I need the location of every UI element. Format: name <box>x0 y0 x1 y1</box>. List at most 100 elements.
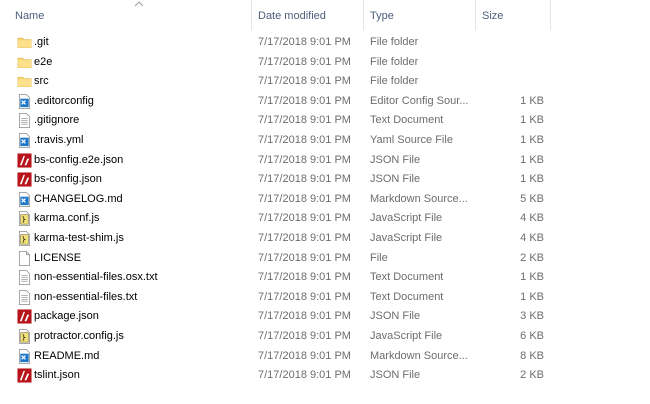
file-explorer: Name Date modified Type Size .git 7/17/20… <box>0 0 650 404</box>
file-row[interactable]: e2e 7/17/2018 9:01 PM File folder <box>10 53 550 72</box>
file-row[interactable]: protractor.config.js 7/17/2018 9:01 PM Jav… <box>10 327 550 346</box>
file-date-modified: 7/17/2018 9:01 PM <box>258 192 351 205</box>
file-date-modified: 7/17/2018 9:01 PM <box>258 114 351 127</box>
file-date-modified: 7/17/2018 9:01 PM <box>258 75 351 88</box>
column-header-name-label: Name <box>15 10 45 22</box>
column-header-date-modified[interactable]: Date modified <box>252 0 364 30</box>
file-size: 1 KB <box>520 173 544 186</box>
file-name: .travis.yml <box>34 134 84 146</box>
file-date-modified: 7/17/2018 9:01 PM <box>258 36 351 48</box>
file-type: JSON File <box>370 310 421 323</box>
column-header-size-label: Size <box>482 10 504 22</box>
file-row[interactable]: README.md 7/17/2018 9:01 PM Markdown Sourc… <box>10 347 550 366</box>
file-row[interactable]: package.json 7/17/2018 9:01 PM JSON File 3 … <box>10 307 550 326</box>
file-date-modified: 7/17/2018 9:01 PM <box>258 310 351 323</box>
vscode-file-icon <box>17 348 32 364</box>
file-size: 1 KB <box>520 114 544 127</box>
file-size: 1 KB <box>520 290 544 303</box>
file-name: non-essential-files.txt <box>34 290 138 303</box>
file-name: .gitignore <box>34 114 80 127</box>
json-file-icon <box>17 153 32 168</box>
file-name: bs-config.json <box>34 173 102 186</box>
file-row[interactable]: bs-config.e2e.json 7/17/2018 9:01 PM JSON … <box>10 151 550 170</box>
column-header-type-label: Type <box>370 10 394 22</box>
file-size: 1 KB <box>520 134 544 146</box>
file-type: File folder <box>370 55 419 68</box>
file-name: CHANGELOG.md <box>34 192 123 205</box>
folder-icon <box>17 74 32 89</box>
file-date-modified: 7/17/2018 9:01 PM <box>258 349 351 362</box>
folder-icon <box>17 35 32 50</box>
file-date-modified: 7/17/2018 9:01 PM <box>258 212 351 225</box>
vscode-file-icon <box>17 93 32 109</box>
script-file-icon <box>17 231 32 246</box>
file-size: 4 KB <box>520 232 544 244</box>
vscode-file-icon <box>17 133 32 148</box>
file-date-modified: 7/17/2018 9:01 PM <box>258 290 351 303</box>
column-header-size[interactable]: Size <box>476 0 551 30</box>
json-file-icon <box>17 309 32 324</box>
file-type: Text Document <box>370 290 444 303</box>
file-row[interactable]: non-essential-files.osx.txt 7/17/2018 9:0… <box>10 268 550 287</box>
file-row[interactable]: karma.conf.js 7/17/2018 9:01 PM JavaScript… <box>10 209 550 228</box>
column-header-row: Name Date modified Type Size <box>0 0 552 30</box>
file-type: File folder <box>370 75 419 88</box>
file-size: 8 KB <box>520 349 544 362</box>
file-row[interactable]: bs-config.json 7/17/2018 9:01 PM JSON File… <box>10 170 550 189</box>
blank-file-icon <box>17 250 32 266</box>
file-size: 3 KB <box>520 310 544 323</box>
file-row[interactable]: .gitignore 7/17/2018 9:01 PM Text Document… <box>10 111 550 130</box>
file-row[interactable]: non-essential-files.txt 7/17/2018 9:01 PM… <box>10 288 550 307</box>
column-header-date-label: Date modified <box>258 10 326 22</box>
file-name: bs-config.e2e.json <box>34 153 124 166</box>
file-date-modified: 7/17/2018 9:01 PM <box>258 55 351 68</box>
file-size: 1 KB <box>520 153 544 166</box>
file-name: protractor.config.js <box>34 330 124 342</box>
file-row[interactable]: karma-test-shim.js 7/17/2018 9:01 PM JavaS… <box>10 229 550 248</box>
file-row[interactable]: .git 7/17/2018 9:01 PM File folder <box>10 33 550 52</box>
file-name: .git <box>34 36 49 48</box>
file-name: LICENSE <box>34 251 82 264</box>
json-file-icon <box>17 172 32 187</box>
file-row[interactable]: .travis.yml 7/17/2018 9:01 PM Yaml Source … <box>10 131 550 150</box>
file-type: Text Document <box>370 114 444 127</box>
vscode-file-icon <box>17 191 32 207</box>
file-row[interactable]: tslint.json 7/17/2018 9:01 PM JSON File 2 K… <box>10 366 550 385</box>
file-size: 5 KB <box>520 192 544 205</box>
file-type: Text Document <box>370 271 444 284</box>
file-type: Yaml Source File <box>370 134 453 146</box>
file-name: src <box>34 75 49 88</box>
text-file-icon <box>17 270 32 286</box>
file-row[interactable]: CHANGELOG.md 7/17/2018 9:01 PM Markdown So… <box>10 190 550 209</box>
file-date-modified: 7/17/2018 9:01 PM <box>258 134 351 146</box>
file-name: package.json <box>34 310 99 323</box>
file-type: Editor Config Sour... <box>370 94 469 107</box>
file-date-modified: 7/17/2018 9:01 PM <box>258 271 351 284</box>
file-size: 2 KB <box>520 251 544 264</box>
file-type: JSON File <box>370 369 421 382</box>
file-type: File folder <box>370 36 419 48</box>
file-size: 6 KB <box>520 330 544 342</box>
file-size: 1 KB <box>520 94 544 107</box>
file-size: 4 KB <box>520 212 544 225</box>
file-type: JavaScript File <box>370 330 443 342</box>
file-row[interactable]: .editorconfig 7/17/2018 9:01 PM Editor Con… <box>10 92 550 111</box>
text-file-icon <box>17 113 32 129</box>
file-size: 2 KB <box>520 369 544 382</box>
file-date-modified: 7/17/2018 9:01 PM <box>258 173 351 186</box>
file-type: JavaScript File <box>370 232 443 244</box>
file-type: Markdown Source... <box>370 192 468 205</box>
file-type: File <box>370 251 388 264</box>
file-row[interactable]: src 7/17/2018 9:01 PM File folder <box>10 72 550 91</box>
column-header-type[interactable]: Type <box>364 0 476 30</box>
json-file-icon <box>17 368 32 383</box>
file-date-modified: 7/17/2018 9:01 PM <box>258 153 351 166</box>
column-header-name[interactable]: Name <box>8 0 252 30</box>
file-name: README.md <box>34 349 100 362</box>
folder-icon <box>17 55 32 70</box>
script-file-icon <box>17 329 32 344</box>
file-size: 1 KB <box>520 271 544 284</box>
file-name: .editorconfig <box>34 94 94 107</box>
file-row[interactable]: LICENSE 7/17/2018 9:01 PM File 2 KB <box>10 249 550 268</box>
file-date-modified: 7/17/2018 9:01 PM <box>258 232 351 244</box>
